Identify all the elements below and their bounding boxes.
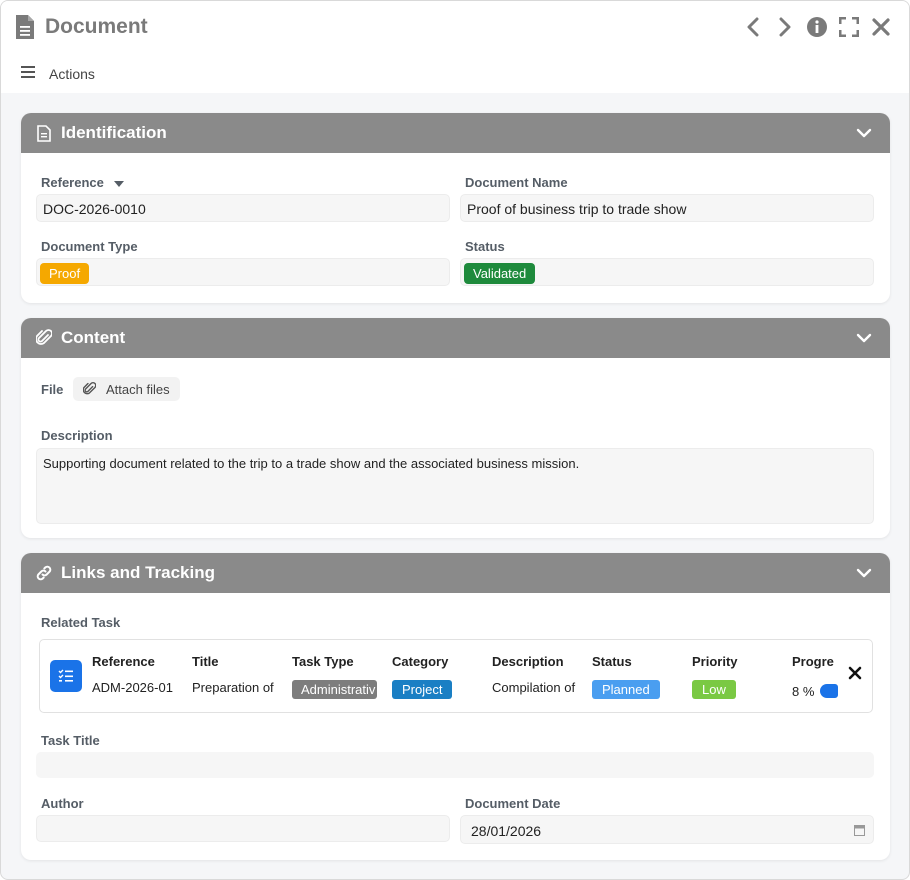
progress-text: 8 % xyxy=(792,684,815,699)
actions-menu[interactable]: Actions xyxy=(21,65,95,83)
task-description: Compilation of xyxy=(492,680,576,695)
category-badge: Project xyxy=(392,680,453,699)
reference-label: Reference xyxy=(41,175,124,190)
fullscreen-icon[interactable] xyxy=(837,15,861,39)
related-task-label: Related Task xyxy=(41,615,121,630)
document-type-label: Document Type xyxy=(41,239,138,254)
description-label: Description xyxy=(41,428,113,443)
info-icon[interactable] xyxy=(805,15,829,39)
chevron-left-icon[interactable] xyxy=(741,15,765,39)
links-tracking-title: Links and Tracking xyxy=(61,563,215,582)
author-field[interactable] xyxy=(36,815,450,842)
task-title-label: Task Title xyxy=(41,733,100,748)
status-label: Status xyxy=(465,239,505,254)
calendar-icon[interactable] xyxy=(854,823,865,839)
identification-title: Identification xyxy=(61,123,167,142)
reference-label-text: Reference xyxy=(41,175,104,190)
identification-header[interactable]: Identification xyxy=(21,113,890,153)
col-description[interactable]: Description xyxy=(492,654,584,669)
file-icon xyxy=(35,124,53,142)
status-field[interactable]: Validated xyxy=(460,258,874,286)
actions-label[interactable]: Actions xyxy=(49,66,95,82)
col-title[interactable]: Title xyxy=(192,654,284,669)
content-panel: Content File Attach files Description Su… xyxy=(21,318,890,538)
planned-badge: Planned xyxy=(592,680,660,699)
remove-icon[interactable] xyxy=(848,666,864,682)
document-name-label: Document Name xyxy=(465,175,568,190)
chevron-down-icon[interactable] xyxy=(856,330,872,346)
links-tracking-panel: Links and Tracking Related Task Referenc… xyxy=(21,553,890,860)
top-bar: Document Actions xyxy=(1,1,909,93)
col-category[interactable]: Category xyxy=(392,654,484,669)
reference-field[interactable]: DOC-2026-0010 xyxy=(36,194,450,222)
chevron-down-icon[interactable] xyxy=(856,565,872,581)
document-window: Document Actions Identification Referenc… xyxy=(0,0,910,880)
document-date-field[interactable]: 28/01/2026 xyxy=(460,815,874,844)
document-date-label: Document Date xyxy=(465,796,561,811)
content-header[interactable]: Content xyxy=(21,318,890,358)
window-controls xyxy=(741,15,893,39)
task-type-badge: Administrativ xyxy=(292,680,377,699)
proof-badge: Proof xyxy=(40,263,90,284)
document-icon xyxy=(15,14,35,40)
chevron-down-icon[interactable] xyxy=(856,125,872,141)
task-title: Preparation of xyxy=(192,680,274,695)
document-type-field[interactable]: Proof xyxy=(36,258,450,286)
title-row: Document xyxy=(15,11,148,43)
task-list-icon[interactable] xyxy=(50,660,82,692)
col-status[interactable]: Status xyxy=(592,654,684,669)
task-reference: ADM-2026-01 xyxy=(92,680,173,695)
attach-files-button[interactable]: Attach files xyxy=(73,377,180,401)
page-title: Document xyxy=(45,15,148,38)
col-task-type[interactable]: Task Type xyxy=(292,654,384,669)
caret-down-icon[interactable] xyxy=(113,180,124,187)
chevron-right-icon[interactable] xyxy=(773,15,797,39)
hamburger-icon[interactable] xyxy=(21,65,35,83)
col-priority[interactable]: Priority xyxy=(692,654,784,669)
close-icon[interactable] xyxy=(869,15,893,39)
col-progress[interactable]: Progre xyxy=(792,654,838,669)
links-tracking-header[interactable]: Links and Tracking xyxy=(21,553,890,593)
content-title: Content xyxy=(61,328,126,347)
related-task-table: Reference Title Task Type Category Descr… xyxy=(39,639,873,713)
link-icon xyxy=(35,564,53,582)
validated-badge: Validated xyxy=(464,263,536,284)
paperclip-icon xyxy=(35,329,53,347)
document-date-value: 28/01/2026 xyxy=(471,823,542,839)
author-label: Author xyxy=(41,796,84,811)
col-reference[interactable]: Reference xyxy=(92,654,184,669)
document-name-field[interactable]: Proof of business trip to trade show xyxy=(460,194,874,222)
paperclip-icon xyxy=(83,382,96,395)
task-title-field[interactable] xyxy=(36,752,874,778)
attach-files-label: Attach files xyxy=(106,381,170,397)
file-label: File xyxy=(41,382,64,397)
low-priority-badge: Low xyxy=(692,680,736,699)
description-textarea[interactable]: Supporting document related to the trip … xyxy=(36,448,874,524)
progress-bar-fill xyxy=(820,684,838,698)
identification-panel: Identification Reference DOC-2026-0010 D… xyxy=(21,113,890,303)
